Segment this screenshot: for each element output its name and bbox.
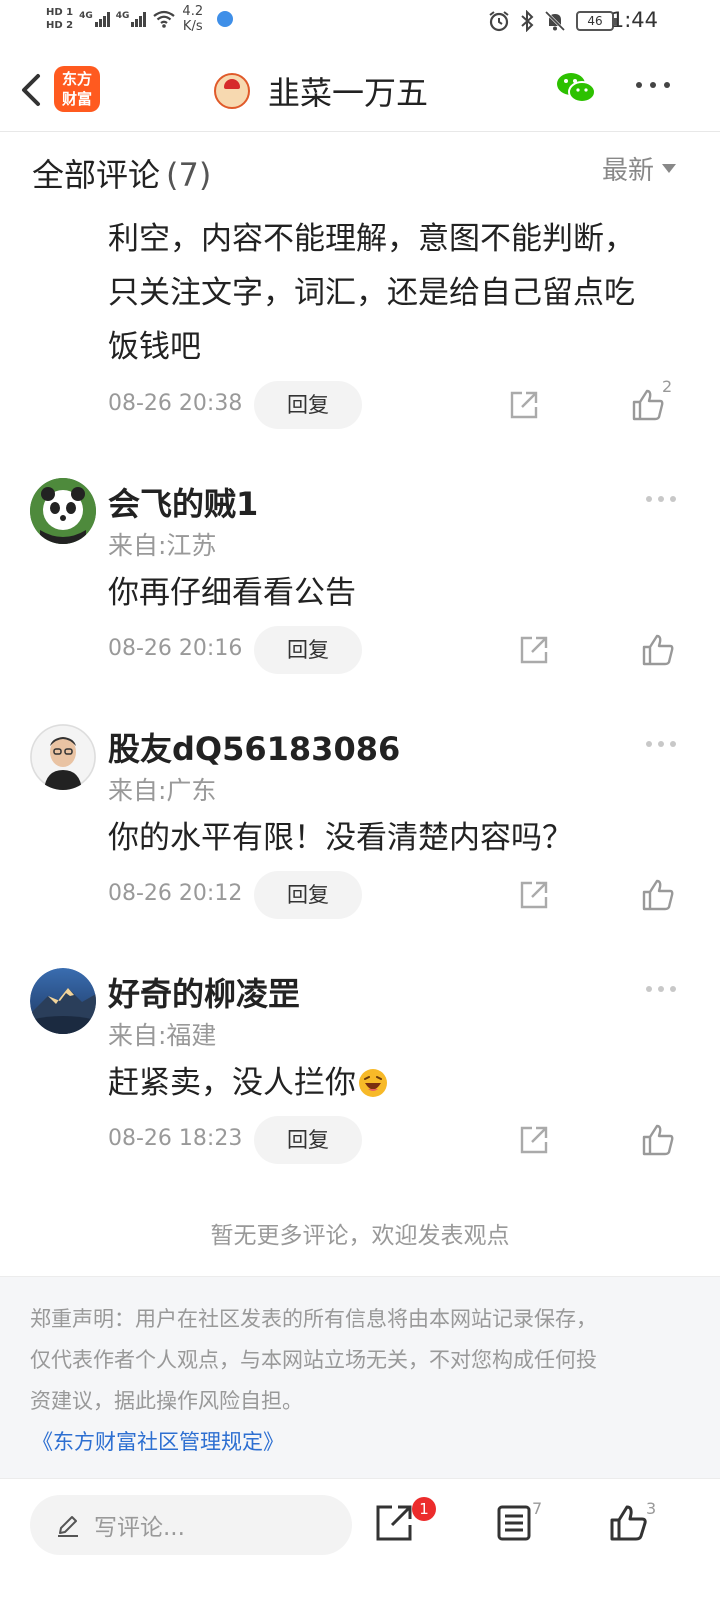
hd1-indicator: HD 1 bbox=[46, 7, 74, 18]
comment-location: 来自:广东 bbox=[108, 776, 217, 805]
comment-text: 利空，内容不能理解，意图不能判断， 只关注文字，词汇，还是给自己留点吃 饭钱吧 bbox=[108, 221, 635, 365]
hd2-indicator: HD 2 bbox=[46, 20, 74, 31]
like-icon[interactable] bbox=[608, 1503, 648, 1543]
page-title: 韭菜一万五 bbox=[268, 74, 429, 112]
avatar[interactable] bbox=[30, 724, 96, 790]
share-icon[interactable] bbox=[518, 879, 550, 911]
comment-location: 来自:福建 bbox=[108, 1021, 217, 1050]
sort-label: 最新 bbox=[601, 156, 654, 186]
author-avatar[interactable] bbox=[214, 73, 250, 109]
avatar[interactable] bbox=[30, 478, 96, 544]
browser-icon bbox=[217, 11, 234, 27]
comment-input[interactable]: 写评论... bbox=[30, 1495, 352, 1555]
avatar[interactable] bbox=[30, 968, 96, 1034]
battery-icon: 46 bbox=[576, 11, 617, 31]
reply-button[interactable]: 回复 bbox=[254, 381, 362, 429]
mute-icon bbox=[544, 10, 566, 32]
comment-time: 08-26 20:12 bbox=[108, 881, 243, 906]
comment-meta: 08-26 18:23 回复 bbox=[108, 1116, 688, 1164]
more-options-icon[interactable] bbox=[636, 82, 670, 88]
comment-author[interactable]: 股友dQ56183086 bbox=[108, 724, 400, 770]
comment-more-icon[interactable] bbox=[646, 986, 676, 992]
comments-label: 全部评论 bbox=[32, 156, 161, 194]
like-icon[interactable] bbox=[640, 632, 676, 668]
laughing-emoji-icon bbox=[359, 1069, 387, 1097]
comment-more-icon[interactable] bbox=[646, 496, 676, 502]
pencil-icon bbox=[58, 1516, 78, 1537]
reply-button[interactable]: 回复 bbox=[254, 871, 362, 919]
app-logo[interactable]: 东方 财富 bbox=[54, 66, 100, 112]
signal-icon-2: 4G bbox=[116, 11, 147, 27]
comment-meta: 08-26 20:12 回复 bbox=[108, 871, 688, 919]
comment-time: 08-26 18:23 bbox=[108, 1126, 243, 1151]
comments-list-icon[interactable] bbox=[494, 1503, 534, 1543]
share-icon[interactable] bbox=[374, 1503, 414, 1543]
comments-header: 全部评论 (7) bbox=[32, 150, 211, 196]
wifi-icon bbox=[153, 10, 176, 28]
network-speed: 4.2 K/s bbox=[182, 4, 204, 34]
comment-time: 08-26 20:16 bbox=[108, 636, 243, 661]
wechat-share-icon[interactable] bbox=[556, 70, 596, 106]
comment-meta: 08-26 20:16 回复 bbox=[108, 626, 688, 674]
disclaimer-line: 仅代表作者个人观点，与本网站立场无关，不对您构成任何投 bbox=[30, 1348, 597, 1372]
like-icon[interactable] bbox=[640, 877, 676, 913]
status-time: 1:44 bbox=[610, 8, 658, 32]
comment-placeholder: 写评论... bbox=[94, 1515, 185, 1541]
back-button[interactable] bbox=[14, 68, 50, 112]
comment-text: 你再仔细看看公告 bbox=[108, 575, 356, 611]
comment-more-icon[interactable] bbox=[646, 741, 676, 747]
disclaimer-line: 郑重声明：用户在社区发表的所有信息将由本网站记录保存， bbox=[30, 1307, 597, 1331]
status-bar: HD 1 HD 2 4G 4G 4.2 K/s 46 1:44 bbox=[0, 0, 720, 48]
comment-time: 08-26 20:38 bbox=[108, 391, 243, 416]
no-more-comments: 暂无更多评论，欢迎发表观点 bbox=[210, 1223, 510, 1249]
comment-text: 赶紧卖，没人拦你 bbox=[108, 1056, 688, 1110]
alarm-icon bbox=[489, 11, 509, 32]
caret-down-icon bbox=[662, 164, 676, 173]
share-icon[interactable] bbox=[518, 634, 550, 666]
disclaimer-line: 资建议，据此操作风险自担。 bbox=[30, 1389, 303, 1413]
reply-button[interactable]: 回复 bbox=[254, 1116, 362, 1164]
signal-icon: 4G bbox=[79, 11, 110, 27]
like-icon[interactable] bbox=[640, 1122, 676, 1158]
bluetooth-icon bbox=[521, 10, 534, 32]
comment-count: 7 bbox=[532, 1499, 543, 1518]
sort-dropdown[interactable]: 最新 bbox=[602, 150, 676, 187]
share-icon[interactable] bbox=[508, 389, 540, 421]
comment-author[interactable]: 会飞的贼1 bbox=[108, 479, 258, 525]
like-icon[interactable] bbox=[630, 387, 666, 423]
comment-location: 来自:江苏 bbox=[108, 531, 217, 560]
comment-author[interactable]: 好奇的柳凌罡 bbox=[108, 969, 300, 1015]
bottom-bar: 写评论... 1 7 3 bbox=[0, 1478, 720, 1600]
comment-meta: 08-26 20:38 回复 2 bbox=[108, 377, 688, 429]
share-badge: 1 bbox=[412, 1497, 436, 1521]
like-count: 3 bbox=[646, 1499, 657, 1518]
nav-bar: 东方 财富 韭菜一万五 bbox=[0, 54, 720, 132]
community-rules-link[interactable]: 《东方财富社区管理规定》 bbox=[32, 1422, 690, 1462]
share-icon[interactable] bbox=[518, 1124, 550, 1156]
comments-count: (7) bbox=[166, 156, 212, 194]
comment-text: 你的水平有限！没看清楚内容吗？ bbox=[108, 820, 573, 856]
like-count: 2 bbox=[662, 377, 673, 396]
disclaimer: 郑重声明：用户在社区发表的所有信息将由本网站记录保存， 仅代表作者个人观点，与本… bbox=[0, 1276, 720, 1478]
reply-button[interactable]: 回复 bbox=[254, 626, 362, 674]
